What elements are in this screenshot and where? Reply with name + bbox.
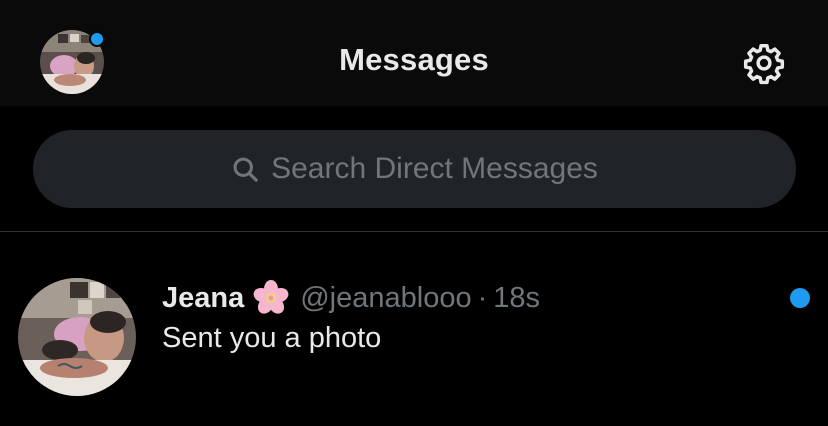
messages-screen: Messages Search Direct Messages Jeana @j… [0, 0, 828, 426]
cherry-blossom-emoji [250, 280, 292, 316]
message-timestamp: 18s [493, 281, 541, 314]
settings-button[interactable] [740, 39, 788, 87]
contact-avatar-photo [18, 278, 136, 396]
contact-avatar[interactable] [18, 278, 136, 396]
gear-icon [743, 44, 785, 85]
search-bar[interactable]: Search Direct Messages [33, 130, 796, 208]
meta-separator: · [477, 281, 488, 314]
search-icon [233, 157, 258, 182]
conversation-header: Jeana @jeanablooo · 18s [162, 280, 540, 316]
contact-name: Jeana [162, 281, 245, 314]
conversation-item[interactable]: Jeana @jeanablooo · 18s Sent you a photo [0, 232, 828, 426]
contact-handle: @jeanablooo [300, 281, 472, 314]
unread-indicator [790, 288, 810, 308]
message-preview: Sent you a photo [162, 322, 382, 354]
top-bar: Messages [0, 0, 828, 106]
page-title: Messages [339, 42, 489, 77]
search-placeholder: Search Direct Messages [271, 152, 598, 185]
